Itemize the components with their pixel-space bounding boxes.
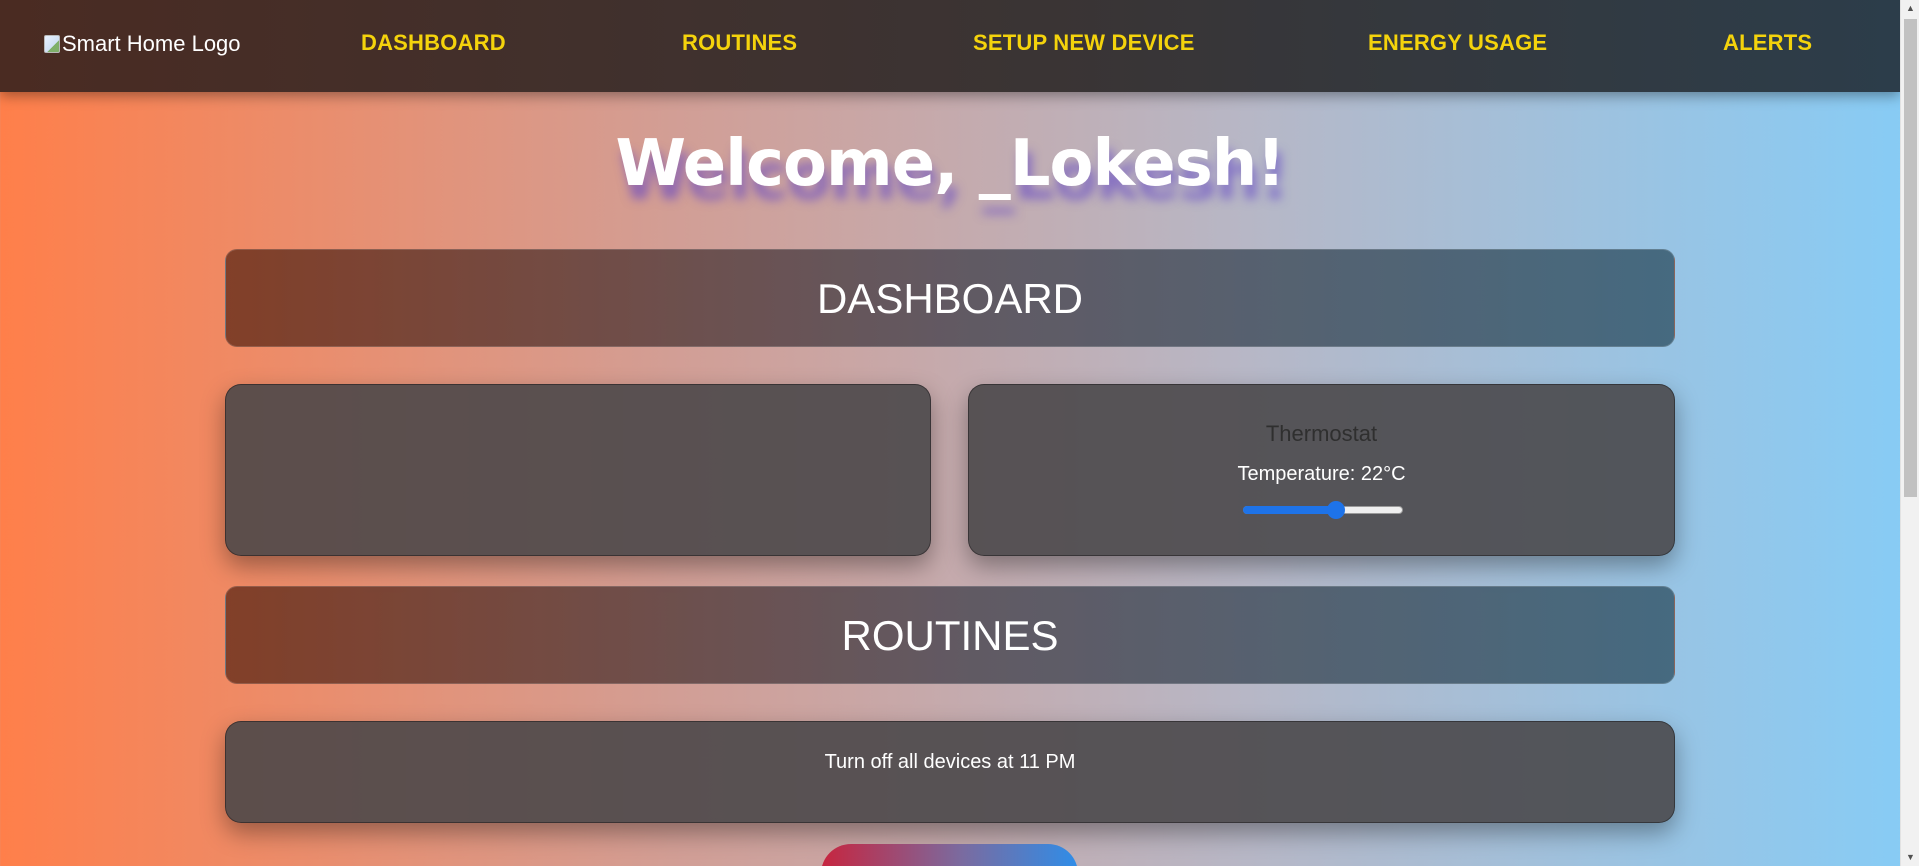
nav-link-routines[interactable]: ROUTINES xyxy=(682,30,797,56)
slider-knob[interactable] xyxy=(1326,501,1345,519)
dashboard-section-header: DASHBOARD xyxy=(225,249,1675,347)
scroll-up-icon[interactable]: ▲ xyxy=(1901,0,1919,17)
routines-section-header: ROUTINES xyxy=(225,586,1675,684)
nav-link-alerts[interactable]: ALERTS xyxy=(1723,30,1812,56)
routine-item: Turn off all devices at 11 PM xyxy=(824,751,1076,773)
welcome-heading: Welcome, _Lokesh! xyxy=(615,127,1285,201)
nav-link-dashboard[interactable]: DASHBOARD xyxy=(361,30,506,56)
device-card-empty xyxy=(225,384,931,556)
routine-card: Turn off all devices at 11 PM xyxy=(225,721,1675,823)
thermostat-card: Thermostat Temperature: 22°C xyxy=(968,384,1675,556)
broken-image-icon xyxy=(44,35,60,53)
logo[interactable]: Smart Home Logo xyxy=(44,30,241,58)
scroll-down-icon[interactable]: ▼ xyxy=(1901,849,1919,866)
thermostat-title: Thermostat xyxy=(1265,421,1378,446)
nav-link-energy-usage[interactable]: ENERGY USAGE xyxy=(1368,30,1547,56)
temperature-readout: Temperature: 22°C xyxy=(1237,463,1406,485)
slider-fill xyxy=(1243,506,1336,514)
temperature-slider[interactable] xyxy=(1243,501,1403,519)
vertical-scrollbar[interactable]: ▲ ▼ xyxy=(1900,0,1919,866)
dashboard-heading: DASHBOARD xyxy=(816,275,1084,322)
top-navbar: Smart Home Logo DASHBOARD ROUTINES SETUP… xyxy=(0,0,1900,92)
scrollbar-thumb[interactable] xyxy=(1904,19,1917,497)
add-routine-button[interactable] xyxy=(821,844,1078,866)
routines-heading: ROUTINES xyxy=(841,612,1059,659)
logo-alt-text: Smart Home Logo xyxy=(62,31,241,56)
nav-link-setup-new-device[interactable]: SETUP NEW DEVICE xyxy=(973,30,1195,56)
